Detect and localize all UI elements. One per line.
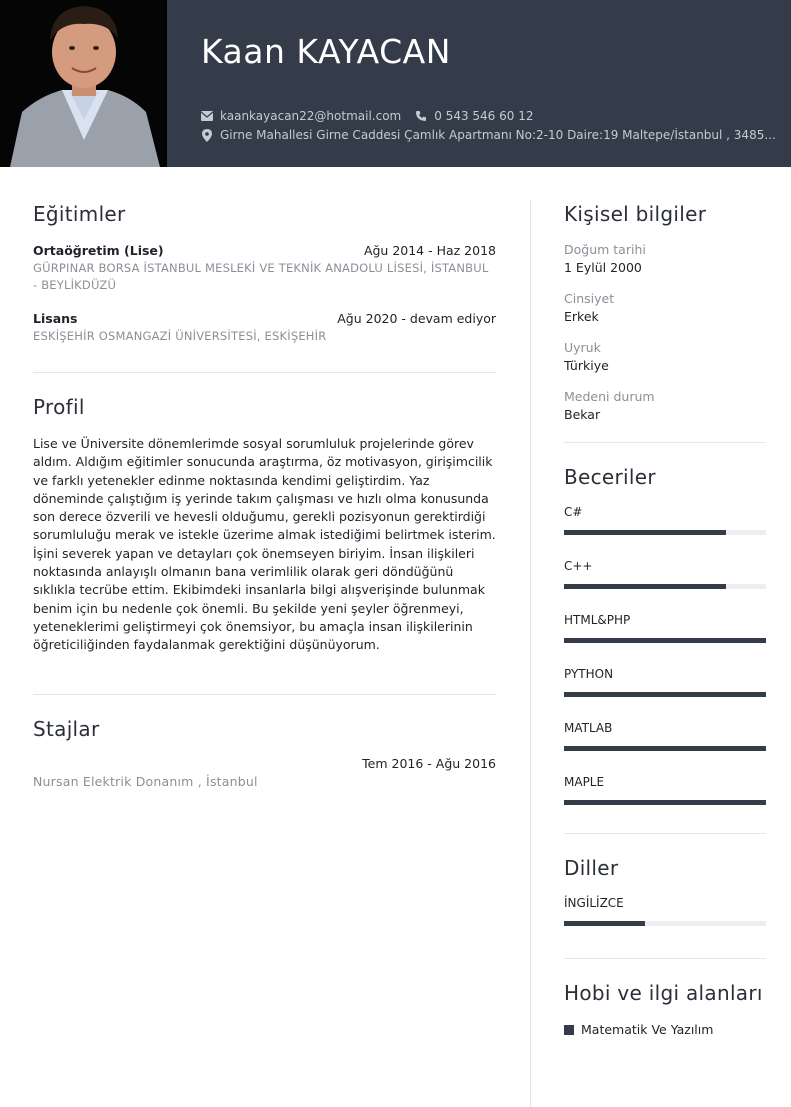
personal-field: Cinsiyet Erkek — [564, 291, 766, 324]
map-pin-icon — [201, 128, 213, 142]
skill-bar — [564, 746, 766, 751]
full-name: Kaan KAYACAN — [201, 32, 451, 71]
skill-bar-fill — [564, 692, 766, 697]
language-bar-fill — [564, 921, 645, 926]
right-column: Kişisel bilgiler Doğum tarihi 1 Eylül 20… — [564, 200, 766, 1037]
email-text[interactable]: kaankayacan22@hotmail.com — [220, 109, 401, 123]
contact-line-primary: kaankayacan22@hotmail.com 0 543 546 60 1… — [201, 109, 533, 123]
education-dates: Ağu 2014 - Haz 2018 — [363, 243, 496, 258]
education-school: GÜRPINAR BORSA İSTANBUL MESLEKİ VE TEKNİ… — [33, 261, 489, 292]
field-value: Erkek — [564, 309, 599, 324]
section-divider — [564, 833, 766, 834]
personal-field: Doğum tarihi 1 Eylül 2000 — [564, 242, 766, 275]
education-degree: Lisans — [33, 311, 78, 326]
skills-list: C# C++ HTML&PHP PYTHON MATLAB MAPLE — [564, 505, 766, 805]
personal-field: Uyruk Türkiye — [564, 340, 766, 373]
education-dates: Ağu 2020 - devam ediyor — [337, 311, 496, 326]
profile-text: Lise ve Üniversite dönemlerimde sosyal s… — [33, 436, 496, 653]
education-item: Ortaöğretim (Lise) Ağu 2014 - Haz 2018 G… — [33, 243, 496, 294]
skill-bar-fill — [564, 530, 726, 535]
education-title: Eğitimler — [33, 202, 126, 226]
section-divider — [564, 958, 766, 959]
internship-place: Nursan Elektrik Donanım , İstanbul — [33, 773, 258, 789]
hobby-text: Matematik Ve Yazılım — [581, 1022, 714, 1037]
skill-bar-fill — [564, 746, 766, 751]
skill-bar-fill — [564, 638, 766, 643]
languages-title: Diller — [564, 856, 619, 880]
internships-title: Stajlar — [33, 716, 100, 741]
skill-name: MAPLE — [564, 775, 605, 789]
education-item: Lisans Ağu 2020 - devam ediyor ESKİŞEHİR… — [33, 311, 496, 345]
field-label: Medeni durum — [564, 389, 655, 404]
hobby-item: Matematik Ve Yazılım — [564, 1022, 766, 1037]
skills-title: Beceriler — [564, 465, 656, 489]
profile-photo — [0, 0, 167, 167]
field-value: Bekar — [564, 407, 601, 422]
language-item: İNGİLİZCE — [564, 896, 766, 926]
education-school: ESKİŞEHİR OSMANGAZİ ÜNİVERSİTESİ, ESKİŞE… — [33, 329, 327, 343]
personal-field: Medeni durum Bekar — [564, 389, 766, 422]
section-divider — [33, 693, 496, 695]
left-column: Eğitimler Ortaöğretim (Lise) Ağu 2014 - … — [33, 200, 496, 790]
skill-item: HTML&PHP — [564, 613, 766, 643]
section-divider — [564, 442, 766, 443]
skill-bar-fill — [564, 584, 726, 589]
hobbies-title: Hobi ve ilgi alanları — [564, 981, 763, 1005]
language-name: İNGİLİZCE — [564, 896, 624, 910]
header: Kaan KAYACAN kaankayacan22@hotmail.com 0… — [0, 0, 791, 167]
skill-bar — [564, 584, 766, 589]
skill-item: C++ — [564, 559, 766, 589]
skill-item: MATLAB — [564, 721, 766, 751]
skill-bar — [564, 530, 766, 535]
skill-name: HTML&PHP — [564, 613, 631, 627]
address-text: Girne Mahallesi Girne Caddesi Çamlık Apa… — [220, 128, 776, 142]
skill-name: C++ — [564, 559, 593, 573]
skill-bar — [564, 638, 766, 643]
field-value: 1 Eylül 2000 — [564, 260, 642, 275]
skill-item: C# — [564, 505, 766, 535]
field-label: Doğum tarihi — [564, 242, 646, 257]
phone-icon — [415, 110, 427, 122]
skill-item: PYTHON — [564, 667, 766, 697]
skill-bar — [564, 692, 766, 697]
contact-line-address: Girne Mahallesi Girne Caddesi Çamlık Apa… — [201, 128, 776, 142]
education-degree: Ortaöğretim (Lise) — [33, 243, 164, 258]
field-label: Uyruk — [564, 340, 601, 355]
column-divider — [530, 200, 531, 1107]
field-value: Türkiye — [564, 358, 609, 373]
square-bullet-icon — [564, 1024, 574, 1035]
language-bar — [564, 921, 766, 926]
envelope-icon — [201, 110, 213, 122]
internship-dates: Tem 2016 - Ağu 2016 — [362, 755, 496, 771]
profile-title: Profil — [33, 395, 85, 419]
internship-item: Tem 2016 - Ağu 2016 Nursan Elektrik Dona… — [33, 756, 496, 790]
section-divider — [33, 372, 496, 373]
skill-bar — [564, 800, 766, 805]
skill-name: PYTHON — [564, 667, 614, 681]
skill-name: C# — [564, 505, 583, 519]
field-label: Cinsiyet — [564, 291, 615, 306]
skill-item: MAPLE — [564, 775, 766, 805]
personal-title: Kişisel bilgiler — [564, 202, 707, 226]
skill-bar-fill — [564, 800, 766, 805]
skill-name: MATLAB — [564, 721, 613, 735]
phone-text[interactable]: 0 543 546 60 12 — [434, 109, 533, 123]
